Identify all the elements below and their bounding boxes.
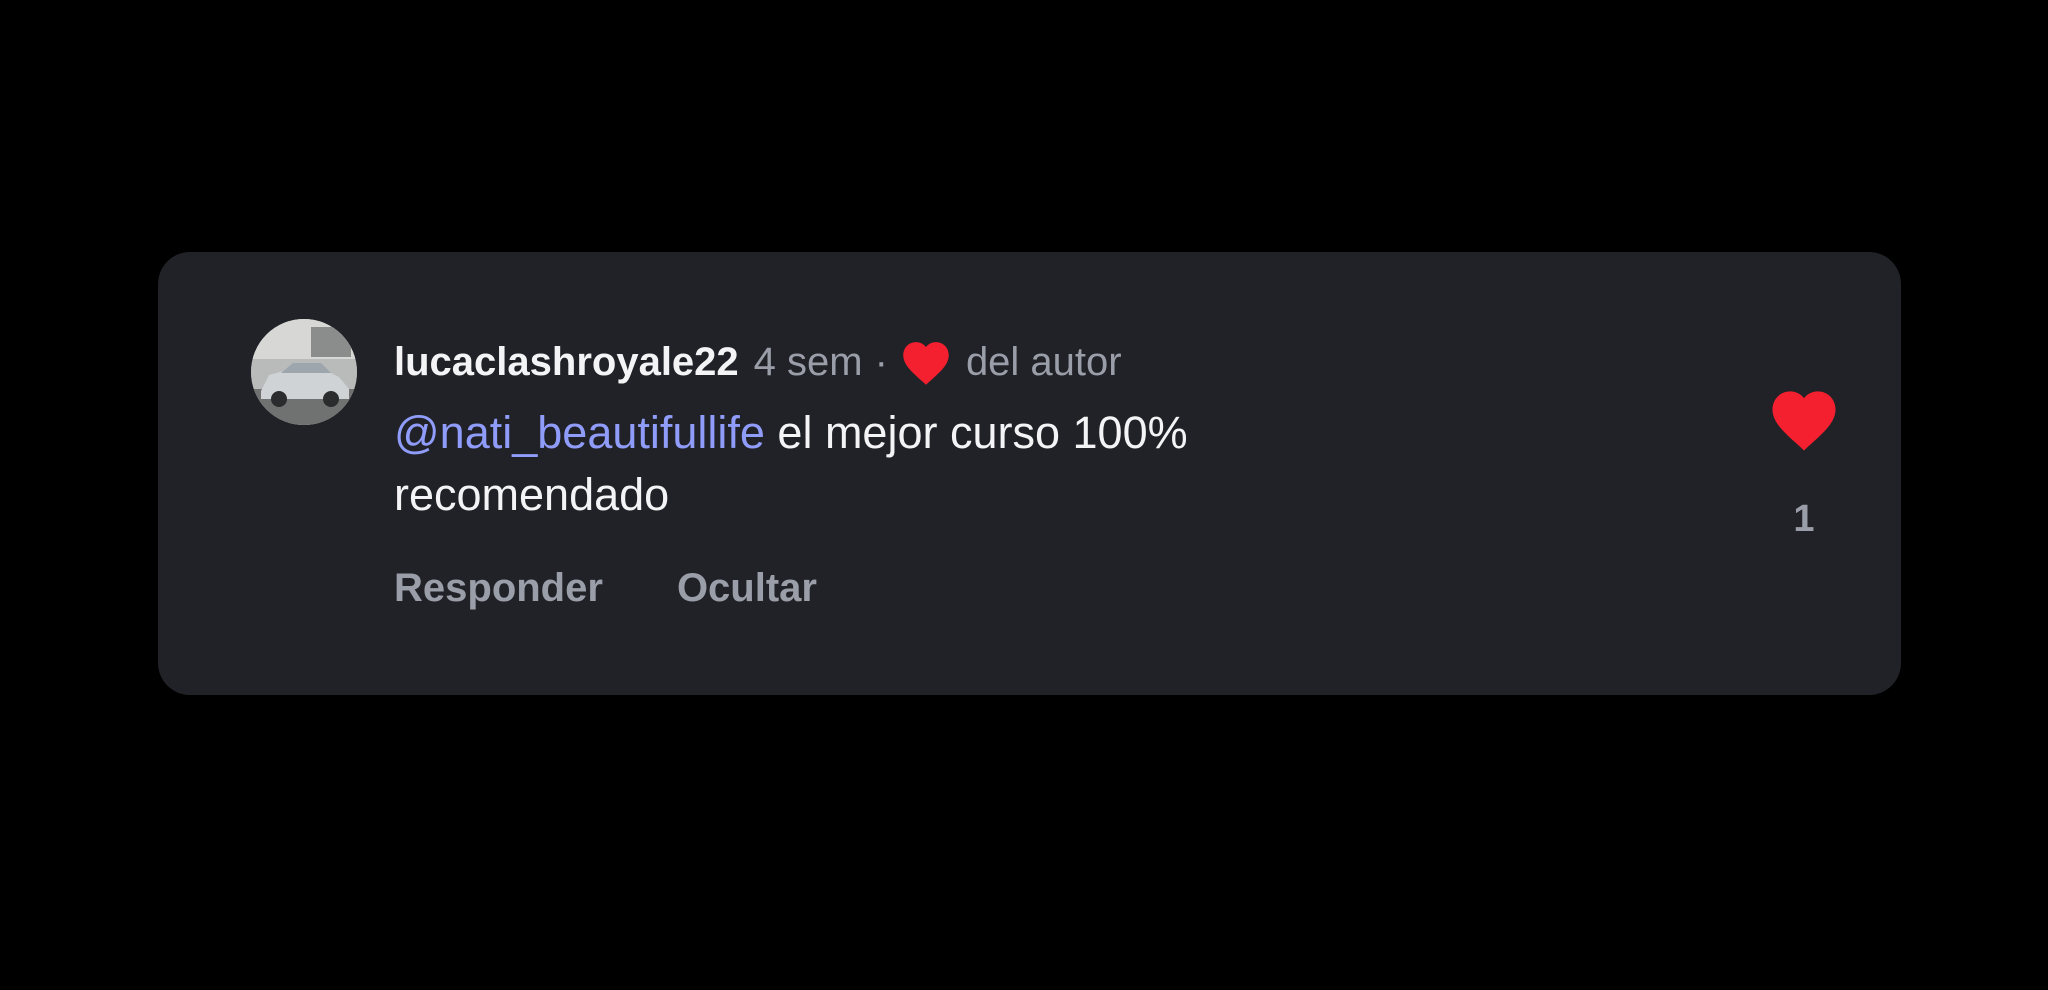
avatar[interactable] — [251, 319, 357, 425]
like-count: 1 — [1793, 498, 1815, 540]
comment-text: @nati_beautifullife el mejor curso 100% … — [394, 402, 1394, 526]
heart-icon — [1772, 391, 1836, 451]
mention-link[interactable]: @nati_beautifullife — [394, 407, 765, 458]
username[interactable]: lucaclashroyale22 — [394, 340, 739, 385]
hide-button[interactable]: Ocultar — [677, 566, 817, 611]
like-button[interactable] — [1768, 386, 1840, 452]
reply-button[interactable]: Responder — [394, 566, 603, 611]
timestamp: 4 sem — [753, 339, 863, 384]
heart-icon — [900, 338, 952, 386]
page: lucaclashroyale22 4 sem · del autor @nat… — [0, 0, 2048, 990]
comment-header: lucaclashroyale22 4 sem · del autor — [394, 332, 1122, 392]
comment-actions: Responder Ocultar — [394, 560, 817, 616]
separator-dot: · — [874, 339, 888, 384]
author-like-label: del autor — [965, 339, 1122, 384]
car-photo-icon — [251, 319, 357, 425]
comment-card: lucaclashroyale22 4 sem · del autor @nat… — [158, 252, 1901, 695]
